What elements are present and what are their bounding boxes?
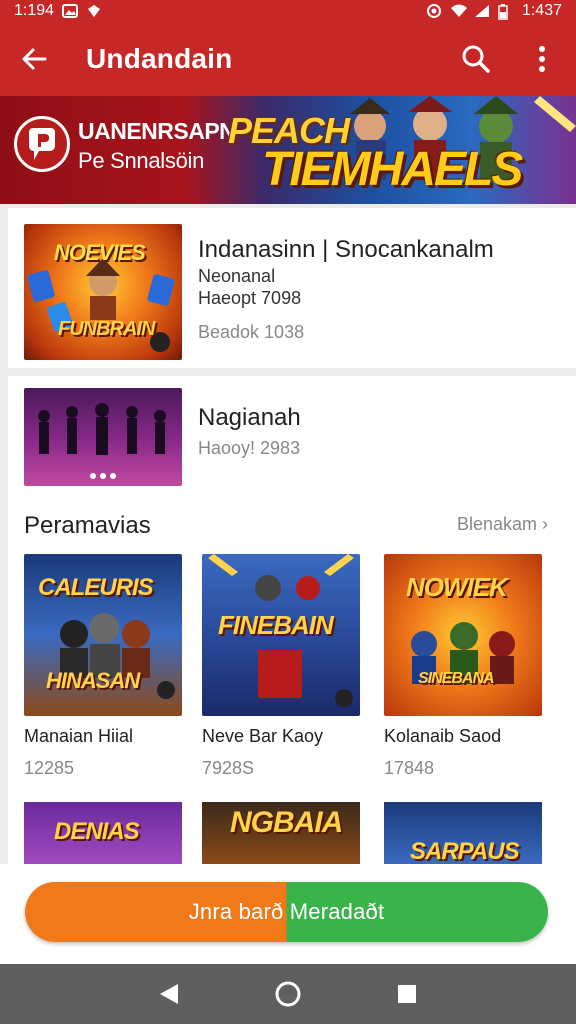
primary-action-label: Jnra barð Meradaðt xyxy=(188,899,385,924)
system-nav-bar xyxy=(0,964,576,1024)
triangle-back-icon xyxy=(160,984,179,1004)
game-thumbnail: NOWIEK SINEBANA xyxy=(384,554,542,716)
signal-icon xyxy=(474,4,490,18)
app-title: Undandain xyxy=(86,43,233,74)
game-thumb-bottom: SINEBANA xyxy=(418,670,495,687)
game-thumbnail: CALEURIS HINASAN xyxy=(24,554,182,716)
banner-subtitle: Pe Snnalsöin xyxy=(78,148,205,173)
back-button[interactable] xyxy=(18,43,50,75)
game-name: Kolanaib Saod xyxy=(384,726,502,746)
featured-card[interactable]: NOEVIES FUNBRAIN Indanasinn | Snocankana… xyxy=(8,208,576,368)
game-tile[interactable]: NGBAIA xyxy=(202,802,360,864)
game-count: 7928S xyxy=(202,758,255,778)
game-count: 12285 xyxy=(24,758,75,778)
banner-brand: UANENRSAPN xyxy=(78,118,236,144)
game-count: 17848 xyxy=(384,758,435,778)
featured-thumb-bottom: FUNBRAIN xyxy=(58,318,155,340)
arrow-left-icon xyxy=(22,48,47,70)
game-thumb-top: NGBAIA xyxy=(230,806,343,839)
gallery-icon xyxy=(62,4,79,18)
chevron-right-icon: › xyxy=(542,514,548,534)
status-bar: 1:194 1:437 xyxy=(0,0,576,22)
featured-line-2: Haeopt 7098 xyxy=(198,288,302,308)
game-tile[interactable]: SARPAUS xyxy=(384,802,542,864)
section-see-all-link[interactable]: Blenakam › xyxy=(457,514,548,535)
nav-back-button[interactable] xyxy=(153,978,185,1010)
game-thumbnail: FINEBAIN xyxy=(202,554,360,716)
game-name: Manaian Hiial xyxy=(24,726,134,746)
featured-thumbnail: NOEVIES FUNBRAIN xyxy=(24,224,182,360)
featured-title: Indanasinn | Snocankanalm xyxy=(198,236,494,263)
brand-logo xyxy=(14,116,70,172)
app-actions xyxy=(460,43,558,75)
featured-line-1: Neonanal xyxy=(198,266,276,286)
more-options-button[interactable] xyxy=(526,43,558,75)
promo-banner[interactable]: UANENRSAPN Pe Snnalsöin PEACH TIEMHAELS xyxy=(0,96,576,204)
second-item-meta: Haooy! 2983 xyxy=(198,438,301,458)
more-vert-icon xyxy=(539,46,545,72)
featured-thumb-top: NOEVIES xyxy=(54,240,146,265)
square-recents-icon xyxy=(397,985,416,1003)
battery-icon xyxy=(498,4,514,20)
section-link-label: Blenakam xyxy=(456,514,537,534)
game-thumb-bottom: HINASAN xyxy=(46,668,140,693)
status-time-right: 1:437 xyxy=(521,2,562,19)
content-card: Nagianah Haooy! 2983 Peramavias Blenakam… xyxy=(8,376,576,864)
featured-meta: Beadok 1038 xyxy=(198,322,305,342)
section-title: Peramavias xyxy=(24,512,151,539)
nav-home-button[interactable] xyxy=(272,978,304,1010)
app-bar: Undandain xyxy=(0,22,576,96)
game-thumb-top: SARPAUS xyxy=(410,838,520,864)
search-button[interactable] xyxy=(460,43,492,75)
app-screen: 1:194 1:437 Undandain UANENRSAPN Pe Snna… xyxy=(0,0,576,1024)
banner-headline-2: TIEMHAELS xyxy=(262,143,523,196)
game-name: Neve Bar Kaoy xyxy=(202,726,324,746)
search-icon xyxy=(462,45,490,73)
primary-action-button[interactable]: Jnra barð Meradaðt xyxy=(25,882,548,942)
nav-recents-button[interactable] xyxy=(391,978,423,1010)
bottom-action-panel: Jnra barð Meradaðt xyxy=(0,864,576,964)
game-thumb-top: CALEURIS xyxy=(38,574,154,601)
status-time-left: 1:194 xyxy=(14,2,55,19)
game-tile[interactable]: DENIAS xyxy=(24,802,182,864)
game-thumb-top: FINEBAIN xyxy=(218,610,334,640)
second-item-title: Nagianah xyxy=(198,404,301,431)
record-icon xyxy=(426,4,442,18)
location-icon xyxy=(86,4,102,18)
dancers-art xyxy=(38,403,166,479)
brand-logo-icon xyxy=(29,128,55,160)
status-left: 1:194 xyxy=(14,2,102,20)
circle-home-icon xyxy=(275,981,301,1007)
video-thumbnail[interactable] xyxy=(24,388,182,486)
game-thumb-top: DENIAS xyxy=(54,818,140,845)
wifi-icon xyxy=(450,4,467,18)
status-right: 1:437 xyxy=(426,2,562,20)
game-thumb-top: NOWIEK xyxy=(406,572,508,602)
